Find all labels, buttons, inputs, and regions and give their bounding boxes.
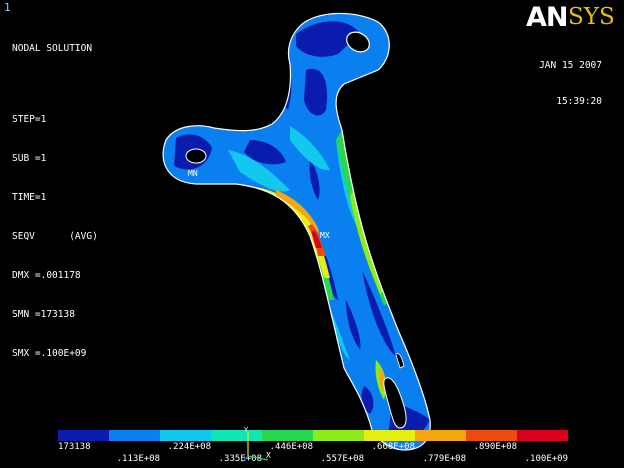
left-hole <box>185 148 207 164</box>
legend-bottom-label: .113E+08 <box>116 454 160 464</box>
legend-color-0 <box>58 430 110 441</box>
legend-bottom-label: .557E+08 <box>320 454 364 464</box>
legend-color-7 <box>415 430 467 441</box>
info-step: STEP=1 <box>12 114 47 125</box>
info-smx: SMX =.100E+09 <box>12 348 87 359</box>
min-marker: MN <box>188 169 198 178</box>
axis-triad: Y X <box>241 426 271 463</box>
legend-color-9 <box>517 430 569 441</box>
legend-color-8 <box>466 430 518 441</box>
legend-color-5 <box>313 430 365 441</box>
legend-top-label: .668E+08 <box>371 442 415 452</box>
solution-info: NODAL SOLUTION STEP=1 SUB =1 TIME=1 SEQV… <box>12 16 98 386</box>
contour-legend: 173138.224E+08.446E+08.668E+08.890E+08.1… <box>58 430 569 464</box>
info-dmx: DMX =.001178 <box>12 270 81 281</box>
info-seqv: SEQV (AVG) <box>12 231 98 242</box>
max-marker: MX <box>320 231 330 240</box>
legend-bottom-label: .100E+09 <box>524 454 568 464</box>
legend-top-label: .890E+08 <box>473 442 517 452</box>
time-line: 15:39:20 <box>556 96 602 107</box>
date-line: JAN 15 2007 <box>539 60 602 71</box>
legend-top-label: .224E+08 <box>167 442 211 452</box>
legend-color-1 <box>109 430 161 441</box>
info-smn: SMN =173138 <box>12 309 75 320</box>
triad-x-label: X <box>266 451 271 460</box>
logo-sys: SYS <box>568 4 615 30</box>
info-sub: SUB =1 <box>12 153 47 164</box>
info-title: NODAL SOLUTION <box>12 43 93 54</box>
legend-color-2 <box>160 430 212 441</box>
logo-an: AN <box>526 2 568 33</box>
timestamp: JAN 15 2007 15:39:20 <box>539 36 602 132</box>
info-time: TIME=1 <box>12 192 47 203</box>
legend-color-6 <box>364 430 416 441</box>
ansys-graphics-window[interactable]: MN MX 1 NODAL SOLUTION STEP=1 SUB =1 TIM… <box>0 0 624 468</box>
legend-top-label: 173138 <box>58 442 91 452</box>
window-number: 1 <box>4 1 11 14</box>
ansys-logo: AN SYS <box>526 2 615 33</box>
legend-bottom-label: .779E+08 <box>422 454 466 464</box>
